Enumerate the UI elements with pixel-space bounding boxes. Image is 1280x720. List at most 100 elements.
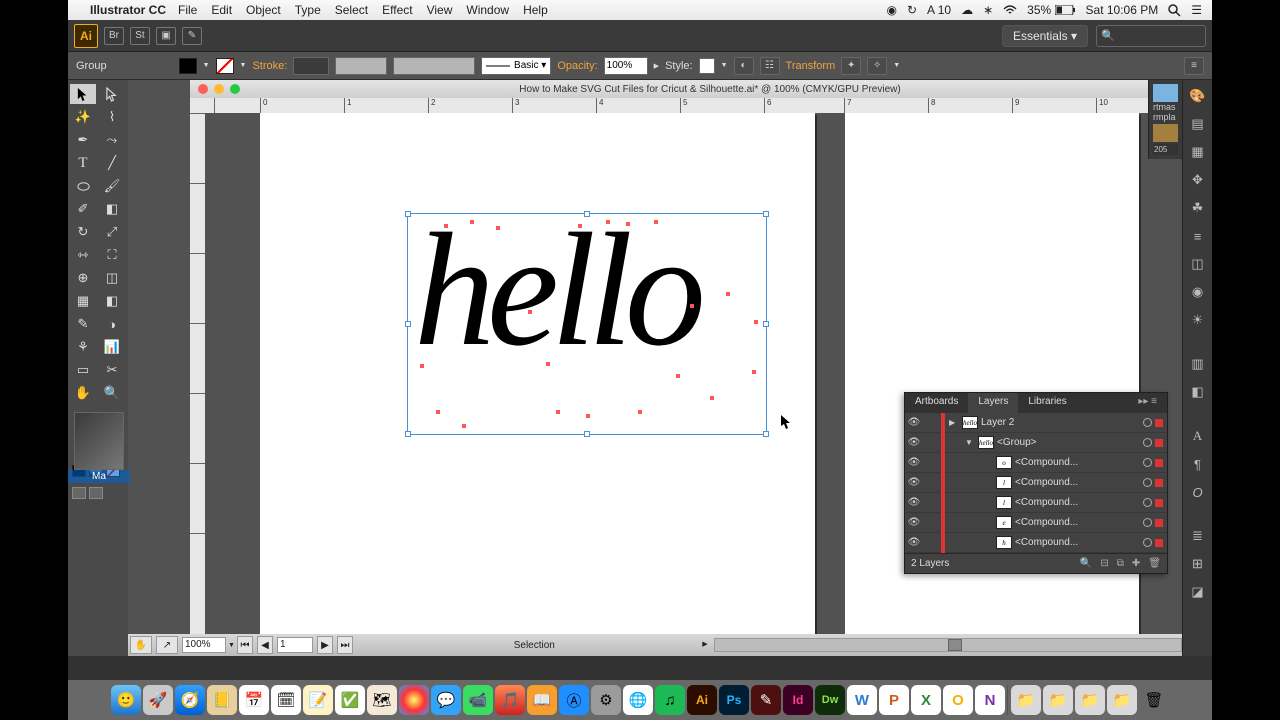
selection-bounding-box[interactable]: hello xyxy=(407,213,767,435)
opacity-input[interactable]: 100% xyxy=(604,57,648,75)
mesh-tool[interactable]: ▦ xyxy=(70,291,96,311)
menu-object[interactable]: Object xyxy=(246,3,281,17)
layers-panel-icon[interactable]: ▥ xyxy=(1187,354,1209,374)
opacity-label[interactable]: Opacity: xyxy=(557,60,597,72)
dock-appstore-icon[interactable]: Ⓐ xyxy=(559,685,589,715)
screen-mode-icon[interactable] xyxy=(72,487,86,499)
magic-wand-tool[interactable]: ✨ xyxy=(70,107,96,127)
window-zoom-icon[interactable] xyxy=(230,84,240,94)
selection-indicator-icon[interactable] xyxy=(1155,519,1163,527)
delete-layer-icon[interactable]: 🗑 xyxy=(1148,558,1161,569)
locate-object-icon[interactable]: 🔍 xyxy=(1080,558,1092,569)
resize-handle-s[interactable] xyxy=(584,431,590,437)
layer-row[interactable]: 👁 l <Compound... xyxy=(905,473,1167,493)
status-wifi-icon[interactable] xyxy=(1003,5,1017,15)
tab-artboards[interactable]: Artboards xyxy=(905,393,968,413)
dock-safari-icon[interactable]: 🧭 xyxy=(175,685,205,715)
dock-systemprefs-icon[interactable]: ⚙ xyxy=(591,685,621,715)
dock-chrome-icon[interactable]: 🌐 xyxy=(623,685,653,715)
dock-calendar2-icon[interactable]: 🗓 xyxy=(271,685,301,715)
menu-window[interactable]: Window xyxy=(466,3,509,17)
scrollbar-thumb[interactable] xyxy=(948,639,962,651)
character-panel-icon[interactable]: A xyxy=(1187,426,1209,446)
dock-launchpad-icon[interactable]: 🚀 xyxy=(143,685,173,715)
perspective-tool[interactable]: ◫ xyxy=(99,268,125,288)
target-icon[interactable] xyxy=(1143,458,1152,467)
horizontal-scrollbar[interactable] xyxy=(714,638,1182,652)
layers-panel[interactable]: Artboards Layers Libraries ▸▸ ≡ 👁 ▶ hell… xyxy=(904,392,1168,574)
window-close-icon[interactable] xyxy=(198,84,208,94)
resize-handle-e[interactable] xyxy=(763,321,769,327)
artboard-nav-input[interactable]: 1 xyxy=(277,637,313,653)
dock-acrobat-icon[interactable]: ✎ xyxy=(751,685,781,715)
transparency-panel-icon[interactable]: ◫ xyxy=(1187,254,1209,274)
hand-tool[interactable]: ✋ xyxy=(70,383,96,403)
dock-maps-icon[interactable]: 🗺 xyxy=(367,685,397,715)
align-pixel-icon[interactable]: ✧ xyxy=(867,57,887,75)
selection-indicator-icon[interactable] xyxy=(1155,499,1163,507)
window-minimize-icon[interactable] xyxy=(214,84,224,94)
visibility-toggle-icon[interactable]: 👁 xyxy=(905,493,923,513)
color-panel-icon[interactable]: 🎨 xyxy=(1187,86,1209,106)
menu-select[interactable]: Select xyxy=(335,3,368,17)
dock-folder4-icon[interactable]: 📁 xyxy=(1107,685,1137,715)
recolor-icon[interactable]: ◐ xyxy=(734,57,754,75)
graphic-styles-panel-icon[interactable]: ☀ xyxy=(1187,310,1209,330)
visibility-toggle-icon[interactable]: 👁 xyxy=(905,413,923,433)
resize-handle-ne[interactable] xyxy=(763,211,769,217)
menu-edit[interactable]: Edit xyxy=(211,3,232,17)
menu-effect[interactable]: Effect xyxy=(382,3,412,17)
opacity-dropdown-icon[interactable]: ▶ xyxy=(654,62,659,70)
bridge-icon[interactable]: Br xyxy=(104,27,124,45)
dock-word-icon[interactable]: W xyxy=(847,685,877,715)
transform-panel-icon[interactable]: ⊞ xyxy=(1187,554,1209,574)
width-tool[interactable]: ⇿ xyxy=(70,245,96,265)
target-icon[interactable] xyxy=(1143,438,1152,447)
pen-tool[interactable]: ✒ xyxy=(70,130,96,150)
status-cloud-icon[interactable]: ☁︎ xyxy=(961,3,973,17)
paintbrush-tool[interactable]: 🖌 xyxy=(99,176,125,196)
panel-menu-icon[interactable]: ≡ xyxy=(1184,57,1204,75)
column-graph-tool[interactable]: 📊 xyxy=(99,337,125,357)
selection-tool[interactable] xyxy=(70,84,96,104)
visibility-toggle-icon[interactable]: 👁 xyxy=(905,433,923,453)
slice-tool[interactable]: ✂ xyxy=(99,360,125,380)
visibility-toggle-icon[interactable]: 👁 xyxy=(905,513,923,533)
curvature-tool[interactable]: ⤳ xyxy=(99,130,125,150)
layer-row[interactable]: 👁 e <Compound... xyxy=(905,513,1167,533)
lasso-tool[interactable]: ⌇ xyxy=(99,107,125,127)
search-input[interactable]: 🔍 xyxy=(1096,25,1206,47)
dock-notes-icon[interactable]: 📝 xyxy=(303,685,333,715)
dock-contacts-icon[interactable]: 📒 xyxy=(207,685,237,715)
isolate-icon[interactable]: ✦ xyxy=(841,57,861,75)
dock-ibooks-icon[interactable]: 📖 xyxy=(527,685,557,715)
dock-onenote-icon[interactable]: N xyxy=(975,685,1005,715)
swatches-panel-icon[interactable]: ▤ xyxy=(1187,114,1209,134)
artboard-tool[interactable]: ▭ xyxy=(70,360,96,380)
dock-reminders-icon[interactable]: ✅ xyxy=(335,685,365,715)
selection-indicator-icon[interactable] xyxy=(1155,479,1163,487)
status-adobe-icon[interactable]: A 10 xyxy=(927,3,951,17)
direct-selection-tool[interactable] xyxy=(99,84,125,104)
zoom-tool[interactable]: 🔍 xyxy=(99,383,125,403)
arrange-icon[interactable]: ▣ xyxy=(156,27,176,45)
layer-row[interactable]: 👁 ▶ hello Layer 2 xyxy=(905,413,1167,433)
cc-libraries-thumbnail[interactable]: rtmas rmpla 205 xyxy=(1148,80,1182,159)
next-artboard-icon[interactable]: ▶ xyxy=(317,636,333,654)
visibility-toggle-icon[interactable]: 👁 xyxy=(905,453,923,473)
status-battery[interactable]: 35% xyxy=(1027,3,1075,17)
dock-calendar-icon[interactable]: 📅 xyxy=(239,685,269,715)
resize-handle-nw[interactable] xyxy=(405,211,411,217)
selection-indicator-icon[interactable] xyxy=(1155,419,1163,427)
selection-indicator-icon[interactable] xyxy=(1155,439,1163,447)
brushes-panel-icon[interactable]: ▦ xyxy=(1187,142,1209,162)
blend-tool[interactable]: ◑ xyxy=(99,314,125,334)
dock-indesign-icon[interactable]: Id xyxy=(783,685,813,715)
variable-width-select[interactable] xyxy=(335,57,387,75)
dock-photos-icon[interactable] xyxy=(399,685,429,715)
dock-facetime-icon[interactable]: 📹 xyxy=(463,685,493,715)
artwork-hello-text[interactable]: hello xyxy=(414,210,762,372)
dock-powerpoint-icon[interactable]: P xyxy=(879,685,909,715)
rectangle-tool[interactable] xyxy=(70,176,96,196)
disclosure-icon[interactable]: ▼ xyxy=(965,438,975,447)
